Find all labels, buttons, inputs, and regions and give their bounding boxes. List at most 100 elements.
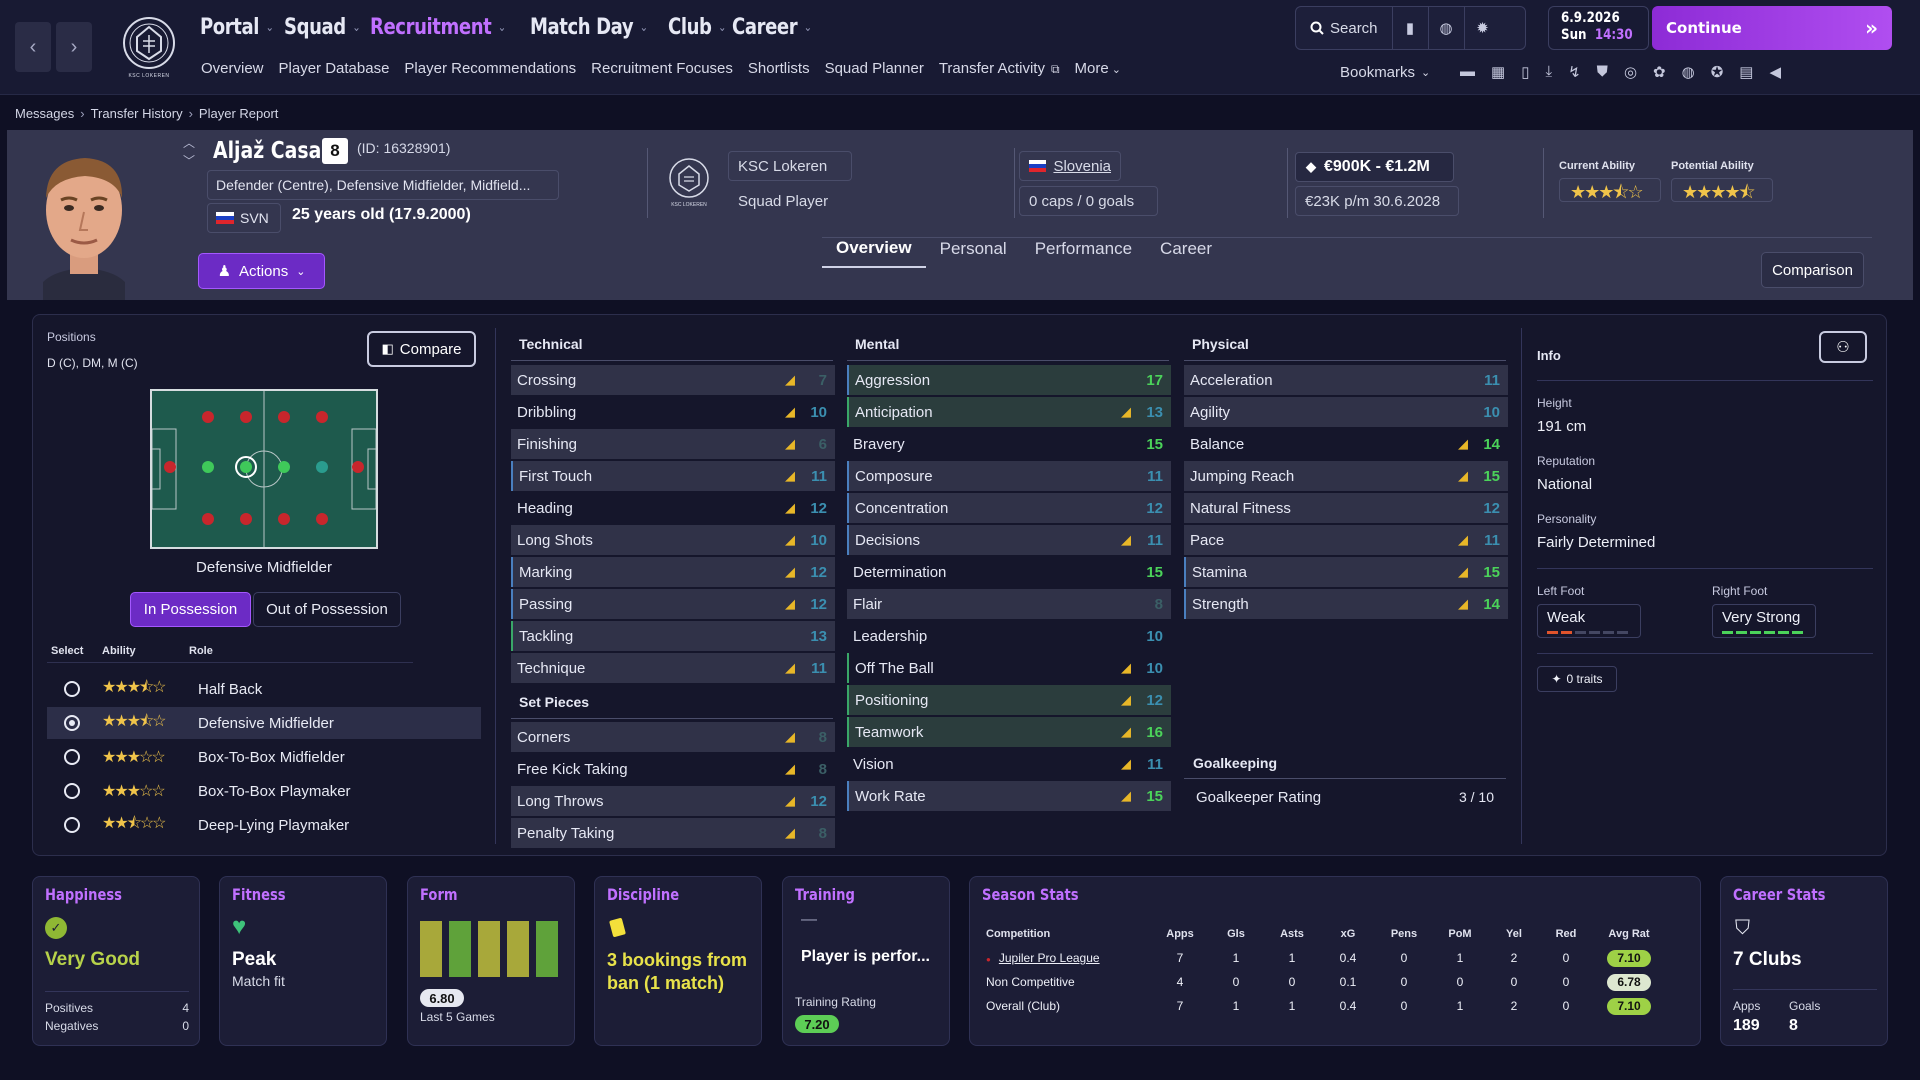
role-radio[interactable] <box>64 681 80 697</box>
previous-player-button[interactable]: ︿ <box>183 134 195 151</box>
attribute-row[interactable]: Composure 11 <box>847 461 1171 491</box>
attribute-row[interactable]: Decisions ◢ 11 <box>847 525 1171 555</box>
attribute-row[interactable]: Crossing ◢ 7 <box>511 365 835 395</box>
transfer-value[interactable]: ◆ €900K - €1.2M <box>1295 152 1454 182</box>
club-crest-logo[interactable]: KSC LOKEREN <box>116 8 182 86</box>
table-row[interactable]: Overall (Club) 7 1 1 0.4 0 1 2 0 7.10 <box>986 994 1666 1018</box>
attribute-row[interactable]: Determination 15 <box>847 557 1171 587</box>
table-row[interactable]: Non Competitive 4 0 0 0.1 0 0 0 0 6.78 <box>986 970 1666 994</box>
position-dot[interactable] <box>316 411 328 423</box>
attribute-row[interactable]: Teamwork ◢ 16 <box>847 717 1171 747</box>
next-player-button[interactable]: ﹀ <box>183 152 195 169</box>
inbox-icon[interactable]: ▬ <box>1460 63 1475 81</box>
table-row[interactable]: ● Jupiler Pro League 7 1 1 0.4 0 1 2 0 7.10 <box>986 946 1666 970</box>
settings-button[interactable]: ✹ <box>1465 7 1501 49</box>
tab-career[interactable]: Career <box>1146 230 1226 268</box>
shirt-icon[interactable]: ⛊ <box>1597 63 1608 81</box>
tab-overview[interactable]: Overview <box>822 230 926 268</box>
globe-button[interactable]: ◍ <box>1429 7 1465 49</box>
attribute-row[interactable]: Acceleration 11 <box>1184 365 1508 395</box>
attribute-row[interactable]: Vision ◢ 11 <box>847 749 1171 779</box>
nav-recruitment[interactable]: Recruitment ⌄ <box>370 15 506 40</box>
continue-button[interactable]: Continue » <box>1652 6 1892 50</box>
traits-button[interactable]: ✦ 0 traits <box>1537 666 1617 692</box>
subnav-player-database[interactable]: Player Database <box>279 60 390 77</box>
nav-match-day[interactable]: Match Day ⌄ <box>530 15 648 40</box>
position-pitch[interactable] <box>150 389 378 549</box>
attribute-row[interactable]: Balance ◢ 14 <box>1184 429 1508 459</box>
attribute-row[interactable]: Concentration 12 <box>847 493 1171 523</box>
download-icon[interactable]: ⤓ <box>1545 63 1552 81</box>
attribute-row[interactable]: Strength ◢ 14 <box>1184 589 1508 619</box>
search-button[interactable]: Search <box>1296 7 1393 49</box>
tab-performance[interactable]: Performance <box>1021 230 1146 268</box>
nav-squad[interactable]: Squad ⌄ <box>284 15 361 40</box>
calendar-icon[interactable]: ▦ <box>1491 63 1505 81</box>
competition-link[interactable]: Jupiler Pro League <box>999 951 1100 965</box>
attribute-row[interactable]: First Touch ◢ 11 <box>511 461 835 491</box>
role-radio[interactable] <box>64 817 80 833</box>
attribute-row[interactable]: Agility 10 <box>1184 397 1508 427</box>
attribute-row[interactable]: Leadership 10 <box>847 621 1171 651</box>
attribute-row[interactable]: Stamina ◢ 15 <box>1184 557 1508 587</box>
attribute-row[interactable]: Jumping Reach ◢ 15 <box>1184 461 1508 491</box>
position-dot[interactable] <box>316 513 328 525</box>
role-row[interactable]: ★★★☆☆ Box-To-Box Playmaker <box>47 775 481 807</box>
attribute-row[interactable]: Aggression 17 <box>847 365 1171 395</box>
transfer-icon[interactable]: ↯ <box>1568 63 1581 81</box>
breadcrumb-item[interactable]: Transfer History <box>91 106 183 121</box>
paw-icon[interactable]: ✿ <box>1653 63 1666 81</box>
country-link[interactable]: Slovenia <box>1019 151 1121 181</box>
attribute-row[interactable]: Flair 8 <box>847 589 1171 619</box>
attribute-row[interactable]: Tackling 13 <box>511 621 835 651</box>
fitness-card[interactable]: Fitness ♥ Peak Match fit <box>219 876 387 1046</box>
position-dot[interactable] <box>202 411 214 423</box>
attribute-row[interactable]: Passing ◢ 12 <box>511 589 835 619</box>
document-icon[interactable]: ▤ <box>1739 63 1753 81</box>
tab-personal[interactable]: Personal <box>926 230 1021 268</box>
happiness-card[interactable]: Happiness ✓ Very Good Positives 4 Negativ… <box>32 876 200 1046</box>
attribute-row[interactable]: Heading ◢ 12 <box>511 493 835 523</box>
attribute-row[interactable]: Pace ◢ 11 <box>1184 525 1508 555</box>
club-crest[interactable]: KSC LOKEREN <box>667 156 711 208</box>
out-of-possession-tab[interactable]: Out of Possession <box>253 592 401 627</box>
club-name[interactable]: KSC Lokeren <box>728 151 852 181</box>
info-options-button[interactable]: ⚇ <box>1819 331 1867 363</box>
subnav-shortlists[interactable]: Shortlists <box>748 60 810 77</box>
attribute-row[interactable]: Off The Ball ◢ 10 <box>847 653 1171 683</box>
tactics-icon[interactable]: ▯ <box>1521 63 1529 81</box>
nav-career[interactable]: Career ⌄ <box>732 15 812 40</box>
position-dot[interactable] <box>202 513 214 525</box>
position-dot[interactable] <box>278 461 290 473</box>
attribute-row[interactable]: Dribbling ◢ 10 <box>511 397 835 427</box>
comparison-button[interactable]: Comparison <box>1761 252 1864 288</box>
subnav-more[interactable]: More ⌄ <box>1075 60 1121 77</box>
date-display[interactable]: 6.9.2026 Sun 14:30 <box>1548 6 1649 50</box>
attribute-row[interactable]: Corners ◢ 8 <box>511 722 835 752</box>
player-positions[interactable]: Defender (Centre), Defensive Midfielder,… <box>207 170 559 200</box>
role-radio[interactable] <box>64 749 80 765</box>
megaphone-icon[interactable]: ◀ <box>1769 63 1781 81</box>
in-possession-tab[interactable]: In Possession <box>130 592 251 627</box>
attribute-row[interactable]: Technique ◢ 11 <box>511 653 835 683</box>
compare-button[interactable]: ◧ Compare <box>367 331 476 367</box>
subnav-transfer-activity[interactable]: Transfer Activity ⧉ <box>939 60 1060 77</box>
training-card[interactable]: Training — Player is perfor... Training … <box>782 876 950 1046</box>
attribute-row[interactable]: Marking ◢ 12 <box>511 557 835 587</box>
attribute-row[interactable]: Penalty Taking ◢ 8 <box>511 818 835 848</box>
position-dot[interactable] <box>164 461 176 473</box>
subnav-squad-planner[interactable]: Squad Planner <box>825 60 924 77</box>
target-icon[interactable]: ◎ <box>1624 63 1637 81</box>
role-row[interactable]: ★★⯪☆☆ Deep-Lying Playmaker <box>47 809 481 841</box>
position-dot[interactable] <box>202 461 214 473</box>
role-radio[interactable] <box>64 715 80 731</box>
attribute-row[interactable]: Positioning ◢ 12 <box>847 685 1171 715</box>
world-icon[interactable]: ◍ <box>1682 63 1695 81</box>
attribute-row[interactable]: Anticipation ◢ 13 <box>847 397 1171 427</box>
subnav-player-recommendations[interactable]: Player Recommendations <box>404 60 576 77</box>
back-button[interactable]: ‹ <box>15 22 51 72</box>
subnav-overview[interactable]: Overview <box>201 60 264 77</box>
subnav-recruitment-focuses[interactable]: Recruitment Focuses <box>591 60 733 77</box>
season-stats-card[interactable]: Season Stats Competition Apps Gls Asts xG Pen… <box>969 876 1701 1046</box>
nav-portal[interactable]: Portal ⌄ <box>200 15 274 40</box>
